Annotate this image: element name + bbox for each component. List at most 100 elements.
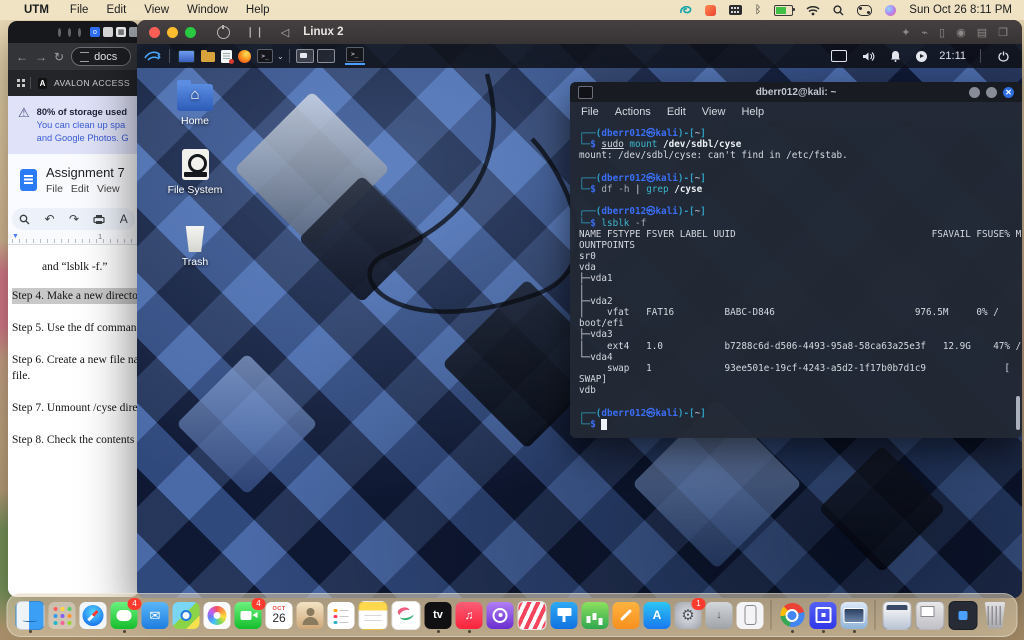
bookmark-label[interactable]: AVALON ACCESS xyxy=(54,78,130,88)
dock-app-store-icon[interactable]: A xyxy=(644,602,671,629)
browser-tab[interactable] xyxy=(103,27,113,37)
terminal-output[interactable]: ┌──(dberr012㉿kali)-[~]└─$ sudo mount /de… xyxy=(570,121,1022,430)
indent-marker[interactable]: ▼ xyxy=(12,233,19,240)
display-settings-icon[interactable] xyxy=(178,50,195,63)
search-icon[interactable] xyxy=(19,214,30,225)
display-icon[interactable] xyxy=(831,50,847,62)
menu-view[interactable]: View xyxy=(135,4,178,16)
docs-menu-view[interactable]: View xyxy=(97,183,120,195)
google-docs-icon[interactable] xyxy=(20,169,37,191)
dock-pages-icon[interactable] xyxy=(613,602,640,629)
menu-help[interactable]: Help xyxy=(237,4,279,16)
siri-icon[interactable] xyxy=(885,5,896,16)
outlook-tab[interactable]: o xyxy=(90,27,100,37)
keyboard-icon[interactable] xyxy=(729,5,742,15)
terminal-close-button[interactable]: ✕ xyxy=(1003,87,1014,98)
browser-tab[interactable]: ▦ xyxy=(116,27,126,37)
dock-music-icon[interactable]: ♫ xyxy=(456,602,483,629)
desktop-icon-trash[interactable]: Trash xyxy=(149,226,241,268)
docs-menu-edit[interactable]: Edit xyxy=(71,183,89,195)
control-center-icon[interactable] xyxy=(857,5,872,16)
restart-icon[interactable]: ◁ xyxy=(281,26,289,39)
logout-power-icon[interactable] xyxy=(998,51,1009,62)
terminal-menu-file[interactable]: File xyxy=(581,106,599,118)
dock-facetime-icon[interactable]: 4 xyxy=(235,602,262,629)
dock-reminders-icon[interactable] xyxy=(328,602,355,629)
banner-line[interactable]: You can clean up spa xyxy=(37,119,129,132)
wifi-icon[interactable] xyxy=(806,3,820,17)
power-icon[interactable] xyxy=(217,26,230,39)
document-text-line[interactable]: Step 4. Make a new directo xyxy=(12,288,139,304)
dock-launchpad-icon[interactable] xyxy=(49,602,76,629)
workspace-2[interactable] xyxy=(317,49,335,63)
screen-share-icon[interactable] xyxy=(679,3,692,17)
docs-menu-file[interactable]: File xyxy=(46,183,63,195)
kali-clock[interactable]: 21:11 xyxy=(939,50,966,62)
zoom-button[interactable] xyxy=(185,27,196,38)
disc-icon[interactable]: ◉ xyxy=(956,26,966,39)
dock-finder-icon[interactable] xyxy=(16,601,45,630)
bookmark-favicon[interactable]: A xyxy=(38,78,47,89)
spellcheck-icon[interactable]: A xyxy=(120,212,128,226)
document-text-line[interactable]: file. xyxy=(12,368,139,384)
spotlight-icon[interactable] xyxy=(833,3,844,17)
dock-keynote-icon[interactable] xyxy=(551,602,578,629)
dock-notes-icon[interactable] xyxy=(359,601,388,630)
drive-icon[interactable]: ▤ xyxy=(977,26,987,39)
dock-tv-icon[interactable]: tv xyxy=(425,602,452,629)
status-menu-icon[interactable] xyxy=(916,51,927,62)
back-icon[interactable]: ← xyxy=(16,50,28,64)
dock-system-settings-icon[interactable]: ⚙1 xyxy=(675,602,702,629)
menu-edit[interactable]: Edit xyxy=(97,4,135,16)
undo-icon[interactable]: ↶ xyxy=(45,212,55,226)
text-editor-icon[interactable] xyxy=(221,50,232,63)
app-menu-title[interactable]: UTM xyxy=(24,4,49,16)
workspace-1[interactable] xyxy=(296,49,314,63)
menu-bar-clock[interactable]: Sun Oct 26 8:11 PM xyxy=(909,4,1012,16)
document-title[interactable]: Assignment 7 xyxy=(46,165,125,180)
dock-trash-icon[interactable] xyxy=(982,602,1009,629)
dock-vm-viewer-icon[interactable] xyxy=(841,602,868,629)
dock-minimized-window-3-icon[interactable] xyxy=(949,601,978,630)
dock-calendar-icon[interactable]: OCT26 xyxy=(266,602,293,629)
terminal-launcher-icon[interactable]: >_ xyxy=(257,49,273,63)
print-icon[interactable] xyxy=(93,214,105,225)
dock-news-icon[interactable] xyxy=(518,601,547,630)
reload-icon[interactable]: ↻ xyxy=(54,50,64,64)
usb-icon[interactable]: ▯ xyxy=(939,26,945,39)
dock-freeform-icon[interactable] xyxy=(392,601,421,630)
document-text-line[interactable]: Step 5. Use the df command xyxy=(12,320,139,336)
window-zoom-button[interactable] xyxy=(78,28,81,37)
bluetooth-icon[interactable]: ᛒ xyxy=(755,3,762,17)
terminal-menu-actions[interactable]: Actions xyxy=(615,106,651,118)
desktop-icon-home[interactable]: Home xyxy=(149,84,241,127)
battery-icon[interactable] xyxy=(774,5,793,16)
close-button[interactable] xyxy=(149,27,160,38)
dock-podcasts-icon[interactable] xyxy=(487,602,514,629)
volume-icon[interactable] xyxy=(862,51,875,62)
pause-icon[interactable]: ❘❘ xyxy=(246,27,265,38)
utm-status-icon[interactable] xyxy=(705,5,716,16)
dock-minimized-window-2-icon[interactable] xyxy=(916,601,945,630)
address-bar[interactable]: docs xyxy=(71,47,131,66)
magic-icon[interactable]: ✦ xyxy=(901,26,910,39)
displays-icon[interactable]: ❐ xyxy=(998,26,1008,39)
document-text-line[interactable]: Step 8. Check the contents xyxy=(12,432,139,448)
document-text-line[interactable]: and “lsblk -f.” xyxy=(42,259,139,275)
desktop-icon-file-system[interactable]: File System xyxy=(149,149,241,196)
menu-window[interactable]: Window xyxy=(178,4,237,16)
document-text-line[interactable]: Step 7. Unmount /cyse dire xyxy=(12,400,139,416)
dock-maps-icon[interactable] xyxy=(173,602,200,629)
dock-contacts-icon[interactable] xyxy=(297,602,324,629)
window-close-button[interactable] xyxy=(58,28,61,37)
dock-chrome-icon[interactable] xyxy=(779,602,806,629)
taskbar-terminal-window[interactable]: >_ xyxy=(345,47,365,66)
dock-safari-icon[interactable] xyxy=(80,602,107,629)
forward-icon[interactable]: → xyxy=(35,50,47,64)
dock-messages-icon[interactable]: 4 xyxy=(111,602,138,629)
file-manager-icon[interactable] xyxy=(201,52,215,62)
document-text-line[interactable]: Step 6. Create a new file na xyxy=(12,352,139,368)
dock-numbers-icon[interactable] xyxy=(582,602,609,629)
tools-icon[interactable]: ⌁ xyxy=(921,26,928,39)
terminal-scrollbar[interactable] xyxy=(1016,396,1020,430)
